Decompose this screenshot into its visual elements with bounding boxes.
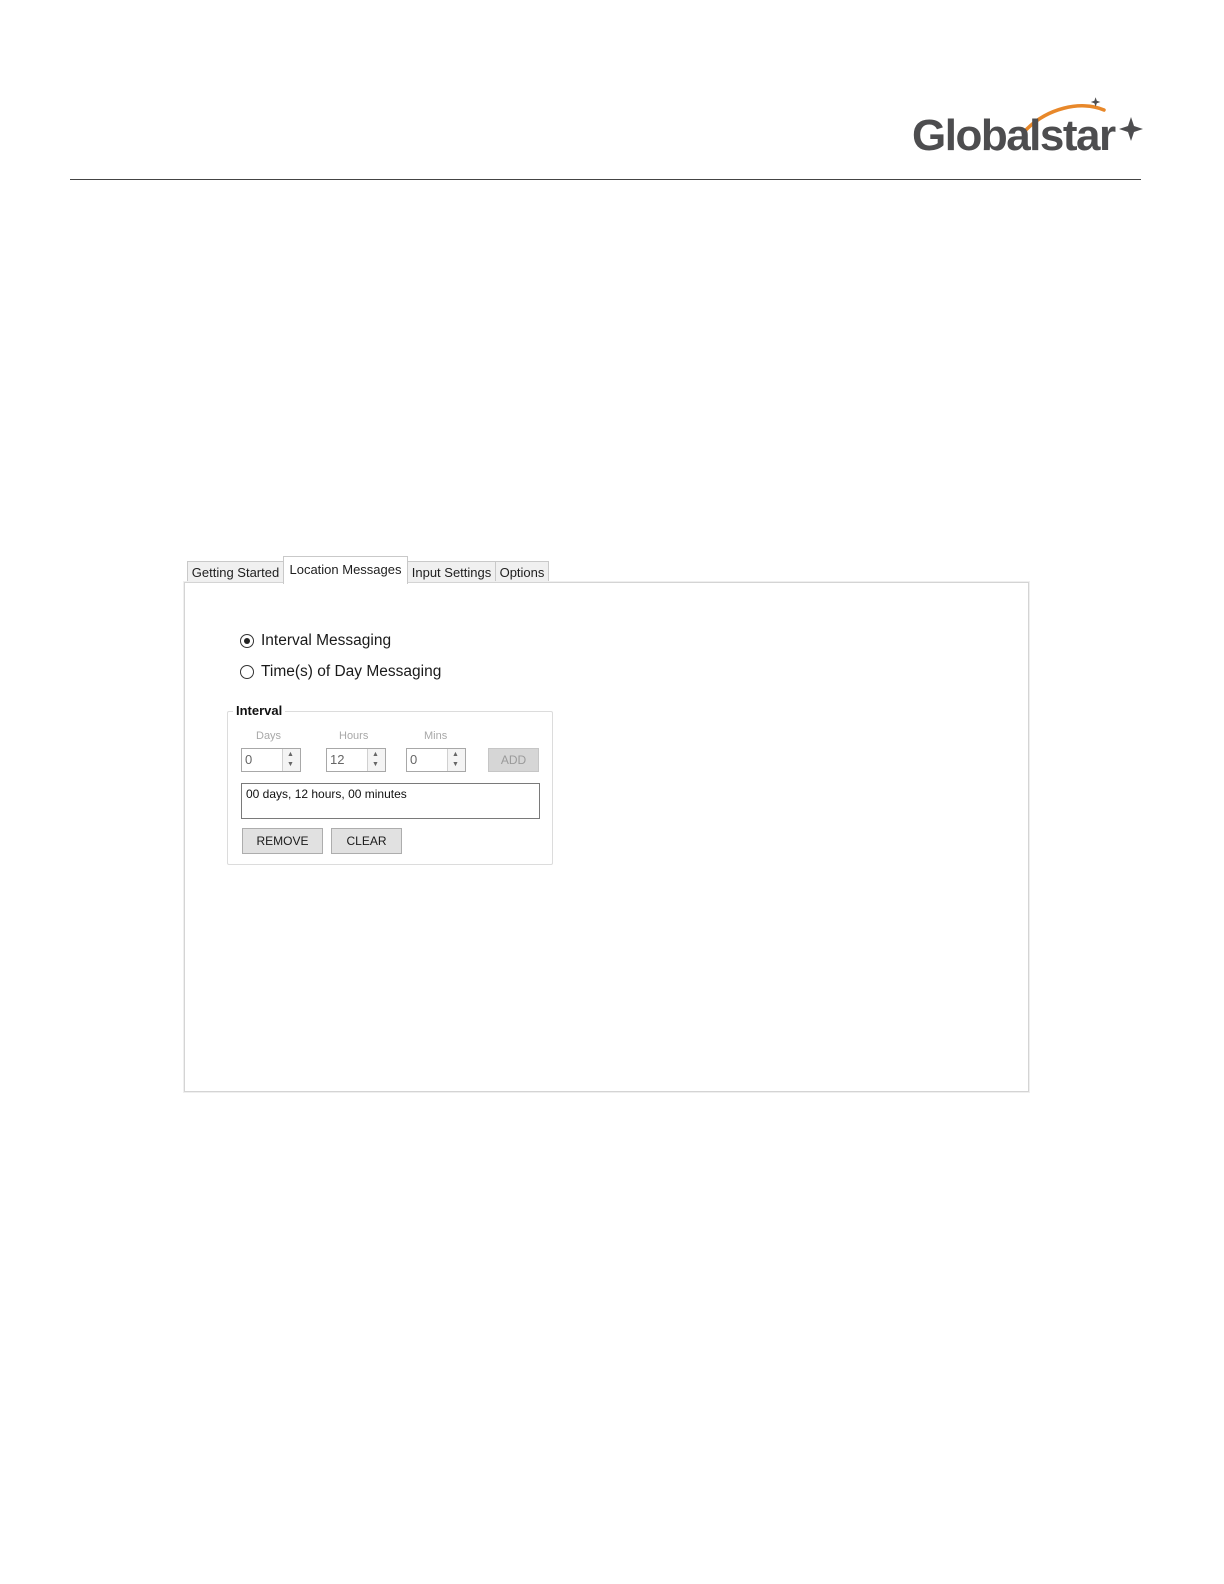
stepper-down-icon[interactable]: ▼ bbox=[452, 761, 459, 769]
tab-location-messages[interactable]: Location Messages bbox=[283, 556, 408, 584]
hours-stepper[interactable]: 12 ▲ ▼ bbox=[326, 748, 386, 772]
days-label: Days bbox=[256, 730, 282, 742]
clear-button[interactable]: CLEAR bbox=[331, 828, 402, 854]
stepper-up-icon[interactable]: ▲ bbox=[372, 751, 379, 759]
stepper-up-icon[interactable]: ▲ bbox=[287, 751, 294, 759]
time-of-day-messaging-radio[interactable]: Time(s) of Day Messaging bbox=[240, 663, 441, 681]
header-divider bbox=[70, 179, 1141, 180]
stepper-down-icon[interactable]: ▼ bbox=[372, 761, 379, 769]
days-value: 0 bbox=[245, 752, 253, 767]
list-item[interactable]: 00 days, 12 hours, 00 minutes bbox=[246, 787, 535, 801]
interval-listbox[interactable]: 00 days, 12 hours, 00 minutes bbox=[241, 783, 540, 819]
globalstar-logo: Globalstar bbox=[906, 96, 1146, 166]
time-of-day-messaging-label: Time(s) of Day Messaging bbox=[261, 663, 442, 680]
radio-checked-icon bbox=[240, 634, 254, 648]
stepper-down-icon[interactable]: ▼ bbox=[287, 761, 294, 769]
interval-messaging-label: Interval Messaging bbox=[261, 632, 392, 649]
remove-button[interactable]: REMOVE bbox=[242, 828, 323, 854]
radio-unchecked-icon bbox=[240, 665, 254, 679]
tab-getting-started[interactable]: Getting Started bbox=[187, 561, 284, 583]
tab-options[interactable]: Options bbox=[495, 561, 549, 583]
add-button[interactable]: ADD bbox=[488, 748, 539, 772]
mins-value: 0 bbox=[410, 752, 418, 767]
hours-label: Hours bbox=[339, 730, 369, 742]
interval-messaging-radio[interactable]: Interval Messaging bbox=[240, 632, 391, 650]
mins-stepper[interactable]: 0 ▲ ▼ bbox=[406, 748, 466, 772]
mins-stepper-arrows[interactable]: ▲ ▼ bbox=[447, 749, 465, 771]
stepper-up-icon[interactable]: ▲ bbox=[452, 751, 459, 759]
hours-stepper-arrows[interactable]: ▲ ▼ bbox=[367, 749, 385, 771]
mins-label: Mins bbox=[424, 730, 448, 742]
logo-wordmark: Globalstar bbox=[912, 111, 1116, 160]
hours-value: 12 bbox=[330, 752, 345, 767]
days-stepper-arrows[interactable]: ▲ ▼ bbox=[282, 749, 300, 771]
days-stepper[interactable]: 0 ▲ ▼ bbox=[241, 748, 301, 772]
interval-group-title: Interval bbox=[233, 703, 286, 718]
tab-input-settings[interactable]: Input Settings bbox=[407, 561, 496, 583]
